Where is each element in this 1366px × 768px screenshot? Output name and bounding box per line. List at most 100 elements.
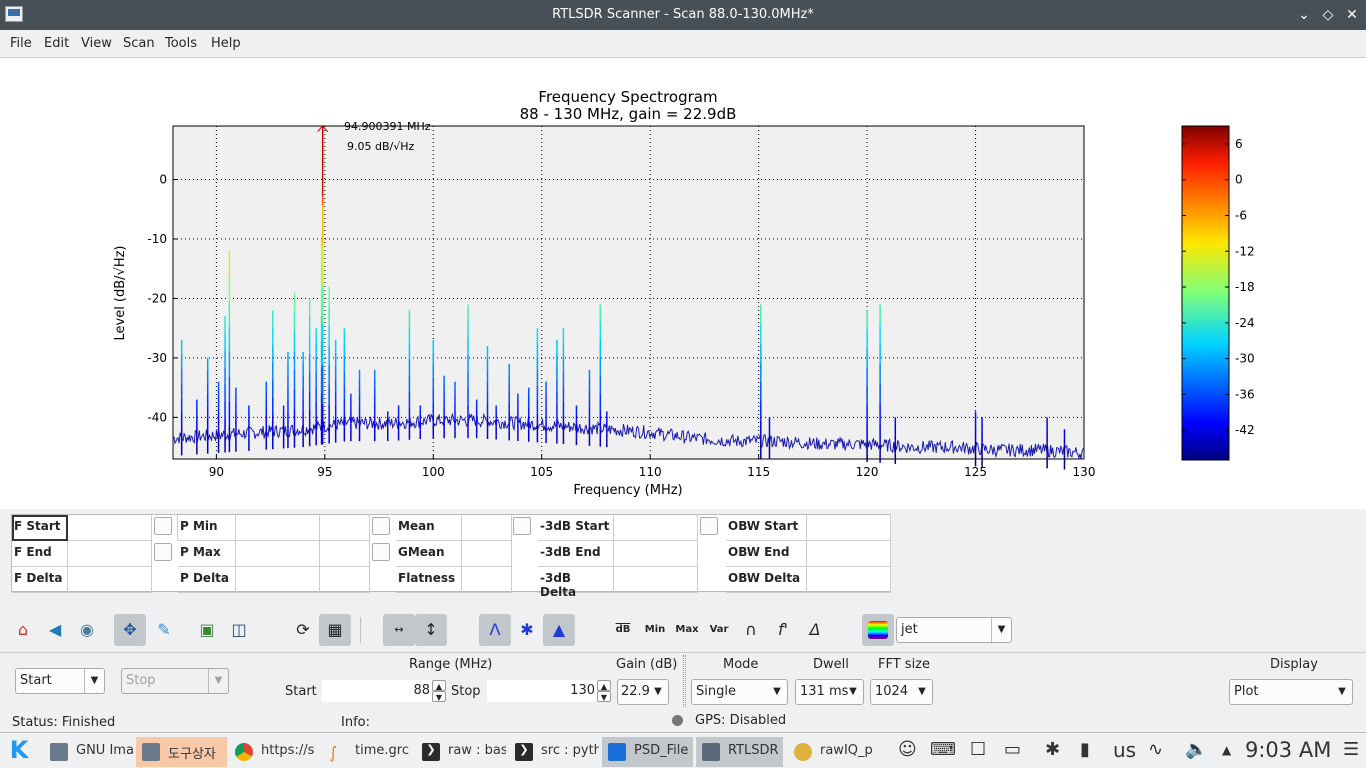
home-icon[interactable]: ⌂ [7,614,39,646]
tray-expand-icon[interactable]: ▲ [1222,743,1231,757]
close-icon[interactable]: ✕ [1342,5,1362,25]
gps-status: GPS: Disabled [695,713,787,728]
bluetooth-icon[interactable]: ✱ [1045,739,1060,760]
minimize-icon[interactable]: ⌄ [1294,5,1314,25]
spectrum-chart[interactable]: Frequency Spectrogram 88 - 130 MHz, gain… [0,58,1366,510]
display-select[interactable]: Plot ▼ [1229,679,1353,705]
task-label: https://s [261,743,315,758]
stop-scan-button[interactable]: Stop ▼ [121,668,229,694]
p-delta-value[interactable] [236,567,320,593]
p-max-extra[interactable] [320,541,370,567]
task-rtlsdr[interactable]: RTLSDR [696,737,783,767]
plot-panel[interactable]: Frequency Spectrogram 88 - 130 MHz, gain… [0,57,1366,509]
clipboard-icon[interactable]: ☐ [970,739,986,760]
wifi-icon[interactable]: ∿ [1148,739,1163,760]
clock[interactable]: 9:03 AM [1245,738,1331,762]
fit-horizontal-icon[interactable]: ↔ [383,614,415,646]
p-max-value[interactable] [236,541,320,567]
save-icon[interactable]: ◫ [223,614,255,646]
obw-delta-value[interactable] [807,567,891,593]
start-frequency-input[interactable]: 88 ▲ ▼ [322,680,446,702]
min-button[interactable]: Min [639,614,671,646]
3db-end-value[interactable] [614,541,698,567]
f-start-label[interactable]: F Start [12,515,68,541]
fit-vertical-icon[interactable]: ↕ [415,614,447,646]
task-terminal-src[interactable]: ❯ src : pyth [509,737,599,767]
x-axis-label: Frequency (MHz) [573,483,682,498]
p-min-value[interactable] [236,515,320,541]
user-switch-icon[interactable]: ☺ [898,739,917,760]
task-browser[interactable]: https://s [229,737,319,767]
task-gimp[interactable]: GNU Ima [44,737,133,767]
obw-start-value[interactable] [807,515,891,541]
var-button[interactable]: Var [703,614,735,646]
delta-button[interactable]: Δ [799,614,831,646]
subplots-icon[interactable]: ▣ [191,614,223,646]
f-start-value[interactable] [68,515,152,541]
p-min-extra[interactable] [320,515,370,541]
3db-start-value[interactable] [614,515,698,541]
maximize-icon[interactable]: ◇ [1318,5,1338,25]
smooth-button[interactable]: ∩ [735,614,767,646]
back-icon[interactable]: ◀ [39,614,71,646]
grid-icon[interactable]: ▦ [319,614,351,646]
stop-frequency-input[interactable]: 130 ▲ ▼ [487,680,611,702]
obw-checkbox[interactable] [700,517,718,535]
task-grc[interactable]: ∫ time.grc [323,737,411,767]
panel-menu-icon[interactable]: ☰ [1343,739,1359,760]
battery-icon[interactable]: ▭ [1004,739,1021,760]
task-psd-file[interactable]: PSD_File [602,737,693,767]
menu-file[interactable]: File [10,36,32,51]
colormap-icon[interactable] [862,614,894,646]
gmean-checkbox[interactable] [372,543,390,561]
f-end-value[interactable] [68,541,152,567]
fft-size-select[interactable]: 1024 ▼ [870,679,933,705]
3db-delta-value[interactable] [614,567,698,593]
task-terminal-raw[interactable]: ❯ raw : bas [416,737,506,767]
spin-up-icon[interactable]: ▲ [597,680,611,691]
f-delta-value[interactable] [68,567,152,593]
task-label: time.grc [355,743,409,758]
3db-checkbox[interactable] [513,517,531,535]
fill-icon[interactable]: ▲ [543,614,575,646]
mode-select[interactable]: Single ▼ [691,679,788,705]
menu-help[interactable]: Help [211,36,241,51]
keyboard-layout[interactable]: us [1113,738,1136,762]
start-scan-button[interactable]: Start ▼ [15,668,105,694]
menu-scan[interactable]: Scan [123,36,155,51]
refresh-icon[interactable]: ⟳ [287,614,319,646]
spin-down-icon[interactable]: ▼ [432,691,446,702]
task-rawiq[interactable]: rawIQ_p [788,737,878,767]
gain-select[interactable]: 22.9 ▼ [617,679,669,705]
fft-size-label: FFT size [878,657,931,672]
obw-end-value[interactable] [807,541,891,567]
device-icon[interactable]: ▮ [1080,739,1090,760]
diff-button[interactable]: f' [767,614,799,646]
p-delta-extra[interactable] [320,567,370,593]
menu-tools[interactable]: Tools [165,36,197,51]
menu-view[interactable]: View [81,36,112,51]
dwell-select[interactable]: 131 ms ▼ [795,679,864,705]
task-toolbox[interactable]: 도구상자 [136,737,227,767]
volume-icon[interactable]: 🔈 [1185,739,1207,760]
peak-icon[interactable]: Λ [479,614,511,646]
spin-up-icon[interactable]: ▲ [432,680,446,691]
mean-checkbox[interactable] [372,517,390,535]
peaks-icon[interactable]: ✱ [511,614,543,646]
max-button[interactable]: Max [671,614,703,646]
menu-edit[interactable]: Edit [44,36,69,51]
splitter-handle[interactable] [683,655,686,707]
p-max-checkbox[interactable] [154,543,172,561]
db-button[interactable]: dB [607,614,639,646]
gain-value: 22.9 [621,684,650,699]
spin-down-icon[interactable]: ▼ [597,691,611,702]
configure-icon[interactable]: ✎ [148,614,180,646]
keyboard-icon[interactable]: ⌨ [930,739,956,760]
flatness-value[interactable] [462,567,512,593]
kde-menu-icon[interactable]: K [4,736,34,766]
mean-value[interactable] [462,515,512,541]
gmean-value[interactable] [462,541,512,567]
pan-icon[interactable]: ✥ [114,614,146,646]
forward-icon[interactable]: ◉ [71,614,103,646]
colormap-select[interactable]: jet ▼ [896,617,1012,643]
